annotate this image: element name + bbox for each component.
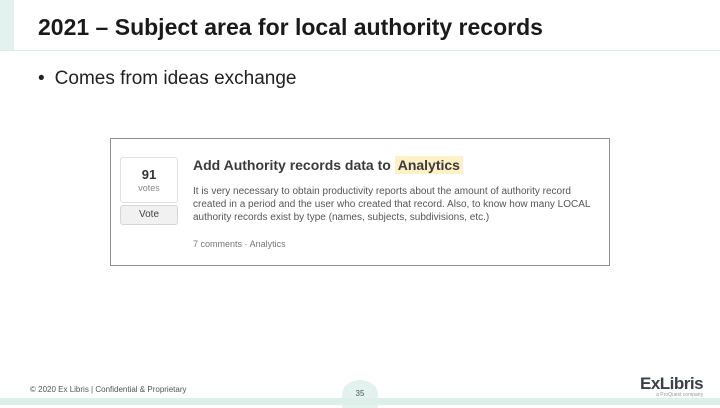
idea-meta: 7 comments · Analytics xyxy=(193,239,286,249)
bullet-item: • Comes from ideas exchange xyxy=(38,68,297,90)
footer-copyright: © 2020 Ex Libris | Confidential & Propri… xyxy=(30,385,187,394)
vote-count: 91 xyxy=(141,167,157,182)
idea-title[interactable]: Add Authority records data to Analytics xyxy=(193,156,463,174)
bullet-text: Comes from ideas exchange xyxy=(54,68,297,89)
idea-card: 91 votes Vote Add Authority records data… xyxy=(110,138,610,266)
slide-title: 2021 – Subject area for local authority … xyxy=(38,14,543,40)
idea-title-highlight: Analytics xyxy=(394,156,463,174)
bottom-band xyxy=(0,398,720,405)
title-bar: 2021 – Subject area for local authority … xyxy=(0,0,720,51)
vote-unit: votes xyxy=(138,183,160,193)
comments-link[interactable]: 7 comments xyxy=(193,239,242,249)
vote-button[interactable]: Vote xyxy=(120,205,178,225)
page-number: 35 xyxy=(355,389,365,398)
idea-description: It is very necessary to obtain productiv… xyxy=(193,186,591,223)
vote-box: 91 votes Vote xyxy=(120,157,178,225)
title-accent xyxy=(0,0,14,50)
meta-separator: · xyxy=(244,239,248,249)
bullet-dot-icon: • xyxy=(38,68,45,89)
exlibris-logo: ExLibris a ProQuest company xyxy=(640,374,704,398)
logo-text: ExLibris xyxy=(640,374,704,393)
category-link[interactable]: Analytics xyxy=(250,239,286,249)
vote-count-box: 91 votes xyxy=(120,157,178,203)
idea-title-prefix: Add Authority records data to xyxy=(193,157,391,173)
